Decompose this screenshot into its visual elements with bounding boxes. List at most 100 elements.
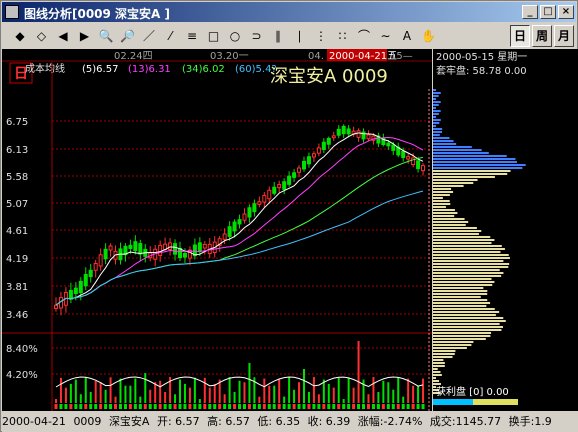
candle-body: [272, 186, 277, 194]
kline-chart[interactable]: 02.24四 03.20一 04. 2000-04-21五 15— 日成本均线 (5)6.5…: [2, 49, 432, 411]
curve-tool-icon[interactable]: ⌒: [354, 26, 374, 46]
chip-bar: [433, 149, 482, 151]
chip-bar: [433, 263, 510, 265]
gann-tool-icon[interactable]: ∥: [268, 26, 288, 46]
circle-tool-icon[interactable]: ○: [225, 26, 245, 46]
candle-body: [242, 213, 247, 221]
prev-diamond-icon[interactable]: ◆: [10, 26, 30, 46]
parallel-tool-icon[interactable]: ≡: [182, 26, 202, 46]
volume-strip-mark: [342, 404, 346, 409]
chip-bar: [433, 335, 491, 337]
candle-body: [103, 248, 108, 260]
volume-strip-mark: [213, 404, 217, 409]
chip-bar: [433, 290, 488, 292]
candle-body: [331, 135, 336, 139]
chip-bar: [433, 257, 510, 259]
volume-strip-mark: [203, 404, 207, 409]
wave-tool-icon[interactable]: ∼: [376, 26, 396, 46]
chip-bar: [433, 179, 478, 181]
arc-tool-icon[interactable]: ⊃: [247, 26, 267, 46]
window-title: 图线分析[0009 深宝安A ]: [24, 7, 171, 21]
line-tool-icon[interactable]: ／: [139, 26, 159, 46]
grid-tool-icon[interactable]: ∷: [333, 26, 353, 46]
volume-strip-mark: [123, 404, 127, 409]
left-arrow-icon[interactable]: ◀: [53, 26, 73, 46]
candle-body: [68, 289, 73, 300]
volume-strip-mark: [128, 404, 132, 409]
chip-bar: [433, 185, 464, 187]
price-tick-label: 6.75: [6, 117, 28, 128]
chip-trapped-label: 套牢盘: 58.78 0.00: [436, 64, 527, 77]
chip-bar: [433, 308, 495, 310]
candle-body: [277, 183, 282, 189]
volume-strip-mark: [292, 404, 296, 409]
next-diamond-icon[interactable]: ◇: [32, 26, 52, 46]
title-bar: 图线分析[0009 深宝安A ] _ □ ×: [2, 2, 576, 22]
volume-strip-mark: [277, 404, 281, 409]
chip-distribution-panel[interactable]: 2000-05-15 星期一 套牢盘: 58.78 0.00 获利盘 [0] 0.0…: [433, 49, 578, 411]
volume-strip-mark: [247, 404, 251, 409]
close-button[interactable]: ×: [558, 5, 574, 19]
chip-bar: [433, 365, 445, 367]
chip-bar: [433, 293, 488, 295]
volume-strip-mark: [406, 404, 410, 409]
chip-bar: [433, 125, 436, 127]
fib-tool-icon[interactable]: ⋮: [311, 26, 331, 46]
volume-strip-mark: [352, 404, 356, 409]
period-button-2[interactable]: 月: [554, 25, 574, 47]
volume-strip-mark: [193, 404, 197, 409]
volume-strip-mark: [332, 404, 336, 409]
candle-body: [182, 253, 187, 258]
period-button-0[interactable]: 日: [510, 25, 530, 47]
status-bar: 2000-04-21 0009 深宝安A 开: 6.57 高: 6.57 低: …: [2, 411, 578, 432]
chip-bar: [433, 359, 444, 361]
chip-bar: [433, 338, 486, 340]
volume-strip-mark: [386, 404, 390, 409]
price-tick-label: 5.07: [6, 199, 28, 210]
zoom-in-icon[interactable]: 🔎: [118, 26, 138, 46]
volume-strip-mark: [208, 404, 212, 409]
maximize-button[interactable]: □: [540, 5, 556, 19]
chip-bar: [433, 332, 492, 334]
candle-body: [202, 243, 207, 249]
chip-bar: [433, 272, 504, 274]
indicator-value: (5)6.57: [82, 64, 118, 75]
chip-bar: [433, 284, 493, 286]
text-tool-icon[interactable]: A: [397, 26, 417, 46]
hand-tool-icon[interactable]: ✋: [419, 26, 439, 46]
ray-tool-icon[interactable]: ⁄: [161, 26, 181, 46]
rect-tool-icon[interactable]: □: [204, 26, 224, 46]
app-icon: [5, 5, 19, 19]
minimize-button[interactable]: _: [522, 5, 538, 19]
chip-bar: [433, 356, 453, 358]
candle-body: [406, 156, 411, 160]
status-close: 收: 6.39: [307, 415, 351, 428]
volume-strip-mark: [198, 404, 202, 409]
volume-strip-mark: [173, 404, 177, 409]
period-button-1[interactable]: 周: [532, 25, 552, 47]
chip-bar: [433, 269, 500, 271]
volume-tick-label: 8.40%: [6, 344, 38, 355]
indicator-name: 成本均线: [25, 62, 65, 75]
chip-bar: [433, 164, 526, 166]
candle-body: [287, 175, 292, 185]
candle-body: [222, 233, 227, 240]
status-amount: 成交:1145.77: [429, 415, 502, 428]
chip-bar: [433, 287, 484, 289]
volume-strip-mark: [272, 404, 276, 409]
chip-bar: [433, 221, 469, 223]
candle-body: [108, 245, 113, 251]
volume-strip-mark: [322, 404, 326, 409]
volume-strip-mark: [109, 404, 113, 409]
volume-strip-mark: [297, 404, 301, 409]
chip-bar: [433, 134, 440, 136]
volume-strip-mark: [366, 404, 370, 409]
indicator-value: (34)6.02: [182, 64, 225, 75]
zoom-out-icon[interactable]: 🔍: [96, 26, 116, 46]
chip-bar: [433, 191, 454, 193]
volume-strip-mark: [178, 404, 182, 409]
chip-bar: [433, 170, 511, 172]
chip-bar: [433, 368, 438, 370]
cycle-tool-icon[interactable]: ∣: [290, 26, 310, 46]
right-arrow-icon[interactable]: ▶: [75, 26, 95, 46]
